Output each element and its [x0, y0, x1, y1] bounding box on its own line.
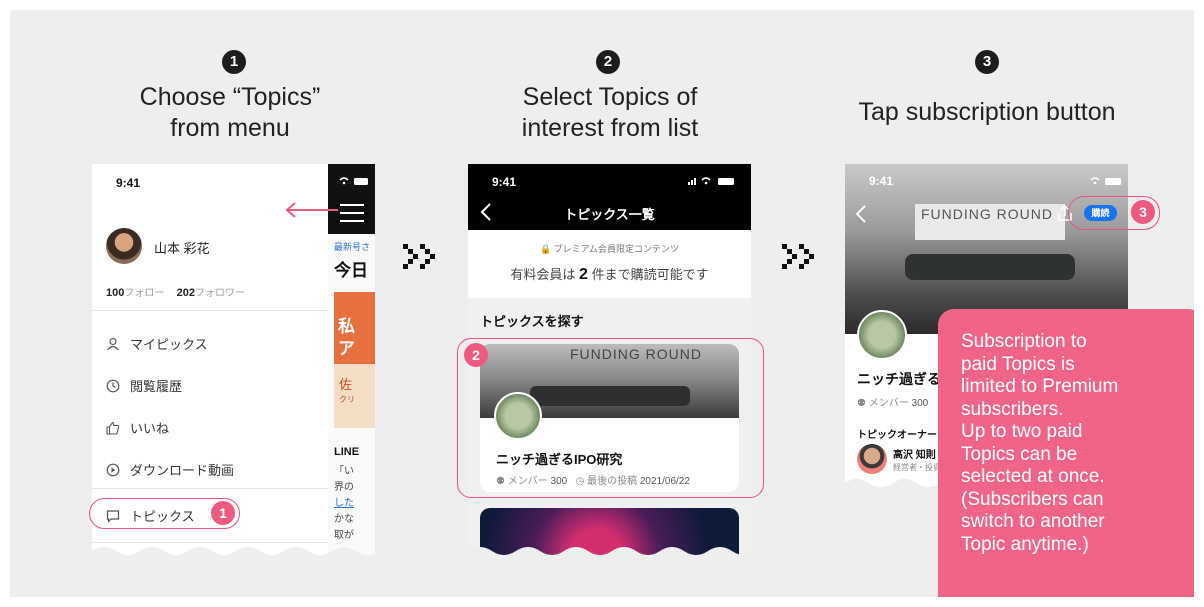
menu-item-history[interactable]: 閲覧履歴 — [106, 376, 182, 395]
status-icons — [339, 177, 368, 185]
follower-count: 202 — [176, 287, 195, 299]
hamburger-menu-icon[interactable] — [338, 202, 366, 224]
step-1-number: 1 — [222, 50, 246, 74]
following-label: フォロー — [124, 288, 165, 299]
menu-item-likes[interactable]: いいね — [106, 418, 169, 437]
pointer-arrow-icon — [285, 202, 338, 218]
step-2-title-line2: interest from list — [521, 114, 699, 142]
person-icon — [107, 337, 119, 350]
header-title: トピックス一覧 — [564, 207, 655, 222]
status-time: 9:41 — [869, 174, 894, 188]
premium-label: プレミアム会員限定コンテンツ — [553, 244, 680, 254]
following-count: 100 — [106, 287, 125, 299]
topic-avatar — [857, 310, 907, 360]
follow-stats: 100フォロー 202フォロワー — [106, 284, 245, 299]
menu-item-downloads[interactable]: ダウンロード動画 — [106, 460, 234, 479]
avatar[interactable] — [106, 228, 142, 264]
step-1-title-line1: Choose “Topics” — [139, 83, 321, 111]
step-1-title: Choose “Topics” from menu — [90, 82, 370, 144]
play-circle-icon — [106, 463, 120, 476]
bg-label: 最新号さ — [334, 242, 371, 252]
bg-orange-card: 私 ア 佐 クリ — [334, 292, 375, 428]
subscription-limit: 有料会員は 2 件まで購読可能です — [510, 266, 709, 283]
step-2-title-line1: Select Topics of — [522, 83, 698, 111]
status-icons — [1090, 177, 1121, 185]
next-arrow-icon — [403, 244, 435, 269]
next-arrow-icon-2 — [782, 244, 814, 269]
nav-header: 9:41 トピックス一覧 — [468, 164, 751, 230]
user-name: 山本 彩花 — [154, 241, 210, 256]
clock-icon — [106, 379, 120, 392]
tutorial-canvas: 1 Choose “Topics” from menu 2 Select Top… — [10, 10, 1194, 597]
topic-card-highlight — [457, 338, 764, 498]
bg-heading: 今日 — [334, 261, 368, 280]
status-time: 9:41 — [116, 176, 141, 190]
step-3-title: Tap subscription button — [858, 98, 1116, 126]
menu-item-mypicks[interactable]: マイピックス — [106, 334, 208, 353]
torn-edge — [92, 547, 375, 557]
section-title: トピックスを探す — [480, 314, 584, 329]
subscription-note: Subscription to paid Topics is limited t… — [938, 309, 1194, 597]
status-time: 9:41 — [492, 175, 517, 189]
lock-icon: 🔒 — [539, 244, 552, 254]
owner-name: 高沢 知則 — [893, 450, 936, 461]
step-badge-3: 3 — [1131, 200, 1155, 224]
owner-role: 経営者・投資 — [893, 463, 941, 472]
owner-avatar[interactable] — [857, 444, 887, 474]
status-icons — [688, 177, 734, 185]
step-1-title-line2: from menu — [170, 114, 290, 142]
owner-section-title: トピックオーナー — [857, 430, 937, 441]
thumbs-up-icon — [106, 421, 120, 435]
step-badge-1: 1 — [211, 501, 235, 525]
topic-members: ⚉ メンバー 300 — [857, 398, 929, 409]
follower-label: フォロワー — [194, 288, 245, 299]
step-2-title: Select Topics of interest from list — [460, 82, 760, 144]
back-chevron-icon[interactable] — [855, 204, 867, 224]
premium-banner: 🔒 プレミアム会員限定コンテンツ 有料会員は 2 件まで購読可能です — [468, 230, 751, 298]
torn-edge — [468, 547, 751, 557]
step-2-number: 2 — [596, 50, 620, 74]
step-badge-2: 2 — [464, 343, 488, 367]
members-icon: ⚉ — [857, 398, 866, 409]
step-3-number: 3 — [975, 50, 999, 74]
